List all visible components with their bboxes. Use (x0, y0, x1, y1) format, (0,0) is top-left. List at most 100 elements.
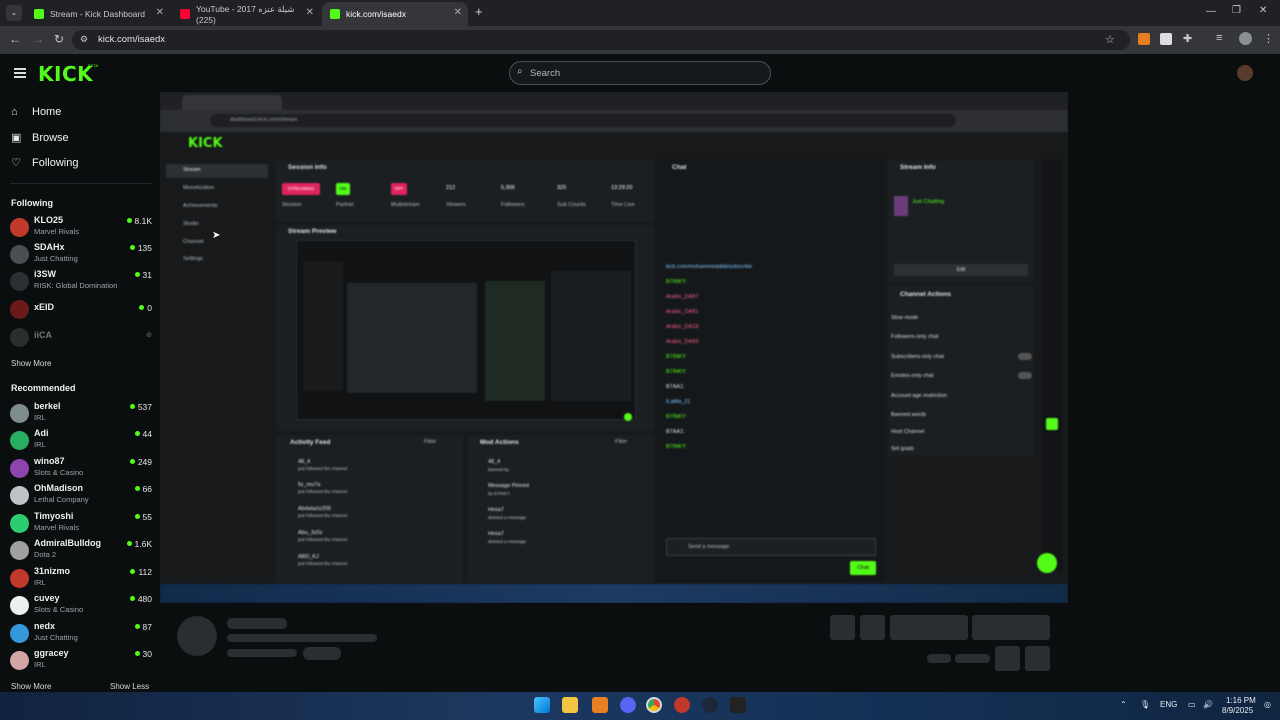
channel-item-recommended[interactable]: berkel IRL 537 (10, 401, 152, 425)
file-explorer-icon[interactable] (562, 697, 578, 713)
channel-item-following[interactable]: i3SW RISK: Global Domination 31 (10, 269, 152, 293)
skeleton-line (927, 654, 951, 663)
app-icon[interactable] (674, 697, 690, 713)
channel-item-recommended[interactable]: cuvey Slots & Casino 480 (10, 593, 152, 617)
forward-icon[interactable]: → (32, 32, 44, 46)
tab-kick-isaedx[interactable]: kick.com/isaedx ✕ (322, 2, 468, 26)
live-dot-icon (134, 651, 140, 656)
following-section-title: Following (11, 198, 53, 208)
channel-name: OhMadison (34, 483, 83, 493)
channel-action: Followers-only chat (891, 334, 939, 340)
steam-icon[interactable] (702, 697, 718, 713)
restore-icon[interactable]: ❐ (1232, 5, 1241, 16)
chrome-menu-icon[interactable]: ⋮ (1263, 32, 1274, 45)
nav-home[interactable]: ⌂ Home (11, 106, 61, 118)
channel-item-following[interactable]: SDAHx Just Chatting 135 (10, 242, 152, 266)
notification-icon[interactable]: ◎ (1264, 700, 1271, 709)
app-icon[interactable] (592, 697, 608, 713)
profile-avatar[interactable] (1239, 32, 1252, 45)
live-dot-icon (134, 486, 140, 491)
video-player[interactable]: dashboard.kick.com/stream KICK Stream Mo… (160, 92, 1068, 603)
chat-message: B7INKY: (666, 279, 687, 285)
nav-following[interactable]: ♡ Following (11, 156, 78, 170)
channel-item-recommended[interactable]: wino87 Slots & Casino 249 (10, 456, 152, 480)
channel-item-following[interactable]: KLO25 Marvel Rivals 8.1K (10, 215, 152, 239)
kick-logo[interactable]: KICK (38, 62, 93, 86)
channel-category: IRL (34, 660, 46, 669)
windows-start-icon[interactable] (534, 697, 550, 713)
channel-item-recommended[interactable]: nedx Just Chatting 87 (10, 621, 152, 645)
skeleton-button (830, 615, 855, 640)
recommended-section-title: Recommended (11, 383, 76, 393)
channel-name: ggracey (34, 648, 69, 658)
channel-item-recommended[interactable]: Timyoshi Marvel Rivals 55 (10, 511, 152, 535)
channel-action: Subscribers-only chat (891, 354, 944, 360)
heart-icon: ♡ (11, 157, 21, 169)
chrome-icon[interactable] (646, 697, 662, 713)
inner-menu-item: Stream (183, 167, 201, 173)
show-less-recommended-button[interactable]: Show Less (110, 682, 149, 691)
channel-category: Dota 2 (34, 550, 57, 559)
channel-item-recommended[interactable]: 31nizmo IRL 112 (10, 566, 152, 590)
close-tab-icon[interactable]: ✕ (454, 7, 462, 18)
channel-item-recommended[interactable]: ggracey IRL 30 (10, 648, 152, 672)
bookmark-star-icon[interactable]: ☆ (1105, 33, 1115, 46)
activity-user: Abu_3z0z (298, 530, 323, 536)
back-icon[interactable]: ← (9, 32, 21, 46)
channel-item-following-offline[interactable]: iiCA ⊘ (10, 328, 152, 354)
new-tab-button[interactable]: + (475, 4, 483, 19)
address-bar[interactable] (72, 30, 1130, 50)
extensions-puzzle-icon[interactable]: ✚ (1183, 32, 1192, 45)
epic-games-icon[interactable] (730, 697, 746, 713)
skeleton-line (303, 647, 341, 660)
close-window-icon[interactable]: ✕ (1259, 5, 1267, 16)
channel-category: RISK: Global Domination (34, 281, 118, 290)
show-more-following-button[interactable]: Show More (11, 359, 51, 368)
media-control-icon[interactable]: ≡ (1216, 32, 1222, 44)
avatar (10, 569, 29, 588)
language-indicator[interactable]: ENG (1160, 700, 1177, 709)
reload-icon[interactable]: ↻ (54, 32, 64, 46)
channel-name: AdmiralBulldog (34, 538, 101, 548)
channel-item-recommended[interactable]: Adi IRL 44 (10, 428, 152, 452)
inner-tab-bar (160, 92, 1068, 110)
show-hidden-icons[interactable]: ⌃ (1120, 700, 1127, 709)
channel-category: Lethal Company (34, 495, 89, 504)
show-more-recommended-button[interactable]: Show More (11, 682, 51, 691)
microphone-icon[interactable]: 🎙 (1140, 700, 1150, 709)
stat-time-live: 13:29:20 (611, 185, 633, 191)
network-icon[interactable]: ▭ (1188, 700, 1196, 709)
channel-item-following[interactable]: xEID 0 (10, 300, 152, 326)
close-tab-icon[interactable]: ✕ (306, 7, 314, 18)
tab-youtube[interactable]: YouTube - 2017 شيلة عنزه (225) ✕ (172, 2, 320, 26)
toggle-emotes-only (1018, 372, 1032, 379)
mod-user: Hesa7 (488, 531, 504, 537)
clock-time[interactable]: 1:16 PM (1226, 696, 1256, 705)
tab-list-dropdown-icon[interactable]: ⌄ (6, 5, 22, 21)
channel-item-recommended[interactable]: OhMadison Lethal Company 66 (10, 483, 152, 507)
discord-icon[interactable] (620, 697, 636, 713)
site-info-icon[interactable]: ⚙ (80, 34, 88, 45)
live-dot-icon (134, 272, 140, 277)
live-dot-icon (126, 218, 132, 223)
viewer-count: 537 (129, 402, 152, 412)
tab-kick-dashboard[interactable]: Stream - Kick Dashboard ✕ (26, 2, 170, 26)
url-text[interactable]: kick.com/isaedx (98, 34, 165, 45)
hamburger-menu-icon[interactable] (14, 68, 26, 78)
nav-browse[interactable]: ▣ Browse (11, 131, 69, 145)
channel-action: Banned words (891, 412, 927, 418)
user-avatar[interactable] (1237, 65, 1253, 81)
skeleton-button (972, 615, 1050, 640)
channel-item-recommended[interactable]: AdmiralBulldog Dota 2 1.6K (10, 538, 152, 562)
extension-icon[interactable] (1138, 33, 1150, 45)
close-tab-icon[interactable]: ✕ (156, 7, 164, 18)
activity-user: ABD_KJ (298, 554, 319, 560)
volume-icon[interactable]: 🔊 (1203, 700, 1213, 709)
channel-category: Slots & Casino (34, 468, 84, 477)
minimize-icon[interactable]: — (1206, 6, 1216, 17)
extension-icon[interactable] (1160, 33, 1172, 45)
viewer-count: 31 (134, 270, 152, 280)
channel-action: Emotes-only chat (891, 373, 934, 379)
stat-subs: 325 (557, 185, 567, 191)
clock-date[interactable]: 8/9/2025 (1222, 706, 1253, 715)
